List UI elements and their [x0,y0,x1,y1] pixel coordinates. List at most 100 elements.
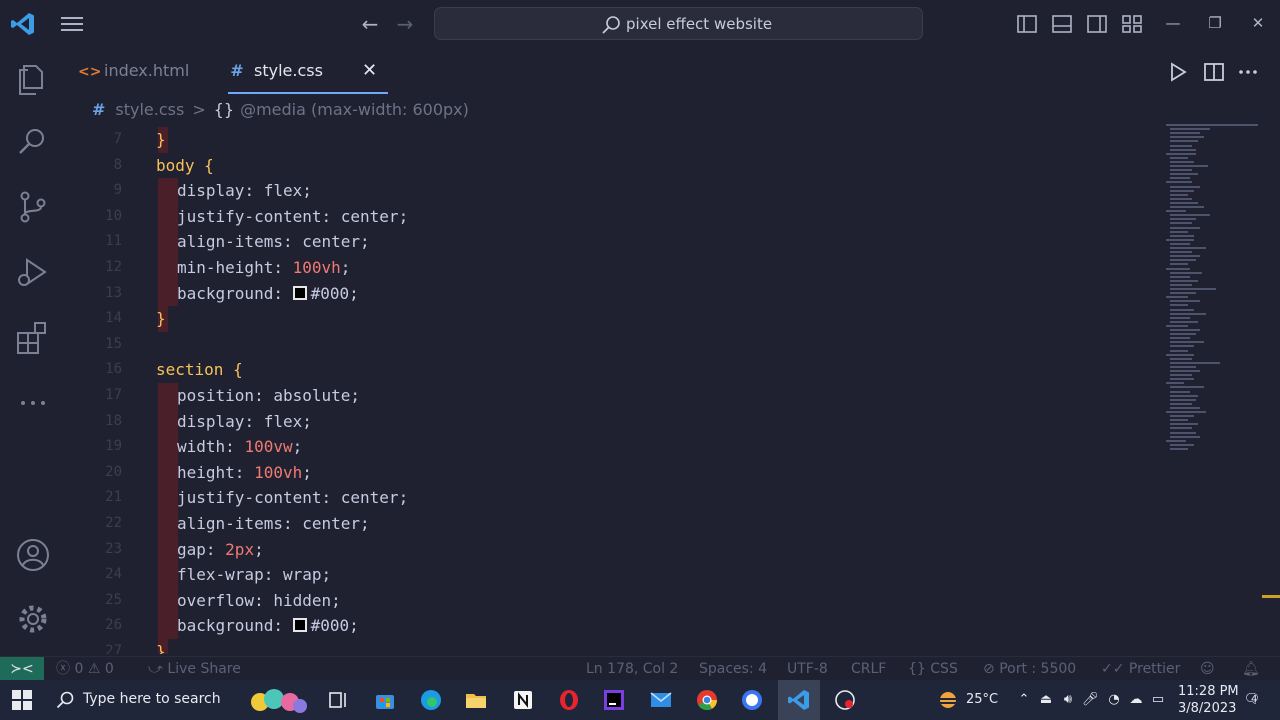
restore-window-icon[interactable]: ❐ [1202,10,1228,36]
run-and-debug-icon[interactable] [15,254,51,290]
microsoft-store-icon[interactable] [373,688,397,712]
toggle-secondary-sidebar-icon[interactable] [1085,12,1109,36]
wifi-icon[interactable]: ◔ [1106,692,1122,708]
toggle-primary-sidebar-icon[interactable] [1015,12,1039,36]
code-line[interactable]: 9 display: flex; [66,178,1160,204]
battery-icon[interactable]: ▭ [1150,692,1166,708]
indentation[interactable]: Spaces: 4 [699,657,767,681]
code-line[interactable]: 16 section { [66,357,1160,383]
code-line[interactable]: 20 height: 100vh; [66,459,1160,486]
code-line[interactable]: 8 body { [66,153,1160,179]
code-line[interactable]: 10 justify-content: center; [66,203,1160,230]
code-text: display: flex; [177,178,312,204]
microphone-icon[interactable]: 🎤︎ [1082,692,1099,708]
minimap-line [1170,263,1188,266]
code-line[interactable]: 21 justify-content: center; [66,485,1160,511]
hamburger-menu-icon[interactable] [60,14,84,34]
notion-icon[interactable] [511,688,535,712]
vscode-logo-icon[interactable] [10,11,36,37]
code-line[interactable]: 27} [66,639,1160,654]
code-line[interactable]: 12 min-height: 100vh; [66,255,1160,281]
code-line[interactable]: 25 overflow: hidden; [66,587,1160,614]
run-file-icon[interactable] [1166,60,1190,84]
minimize-window-icon[interactable]: — [1160,10,1186,36]
code-line[interactable]: 22 align-items: center; [66,511,1160,537]
minimap[interactable] [1162,120,1262,460]
breadcrumb-symbol[interactable]: @media (max-width: 600px) [240,100,469,119]
end-of-line[interactable]: CRLF [851,657,886,681]
code-line[interactable]: 18 display: flex; [66,408,1160,435]
command-center-search[interactable]: pixel effect website [434,7,923,40]
color-swatch[interactable] [292,285,307,300]
code-line[interactable]: 23 gap: 2px; [66,536,1160,563]
customize-layout-icon[interactable] [1120,12,1144,36]
close-tab-icon[interactable]: ✕ [362,48,377,94]
notifications-bell-icon[interactable]: 🔔︎ [1242,657,1260,681]
cursor-position[interactable]: Ln 178, Col 2 [586,657,678,681]
code-line[interactable]: 19 width: 100vw; [66,434,1160,460]
more-actions-icon[interactable] [1236,60,1260,84]
more-views-icon[interactable] [15,385,51,421]
search-view-icon[interactable] [15,124,51,160]
code-line[interactable]: 14} [66,306,1160,332]
task-view-icon[interactable] [326,688,350,712]
taskbar-search[interactable]: Type here to search [46,680,314,720]
source-control-icon[interactable] [15,189,51,225]
signal-messenger-icon[interactable] [740,688,764,712]
weather-icon[interactable] [936,688,960,712]
feedback-icon[interactable]: ☺ [1200,657,1215,681]
code-token: width [177,437,226,457]
opera-browser-icon[interactable] [557,688,581,712]
mail-icon[interactable] [649,688,673,712]
edge-browser-icon[interactable] [419,688,443,712]
go-back-icon[interactable]: ← [358,12,382,36]
intellij-icon[interactable] [602,688,626,712]
code-line[interactable]: 15 [66,332,1160,358]
problems-indicator[interactable]: ⓧ 0 ⚠ 0 [56,657,114,681]
remote-indicator-icon[interactable]: ≻< [0,657,44,681]
tab-index-html[interactable]: <> index.html [78,48,228,94]
code-line[interactable]: 7} [66,127,1160,153]
code-editor[interactable]: 7} 8 body { 9 display: flex; 10 justify-conten… [66,126,1160,654]
scrollbar-marker[interactable] [1262,595,1280,598]
onedrive-icon[interactable]: ☁ [1128,692,1144,708]
minimap-line [1170,304,1188,307]
chrome-browser-icon[interactable] [695,688,719,712]
code-token: body [156,155,205,175]
vscode-taskbar-icon[interactable] [787,688,811,712]
language-mode[interactable]: {} CSS [908,657,958,681]
screen-recorder-icon[interactable] [833,688,857,712]
explorer-icon[interactable] [15,61,51,97]
tab-style-css[interactable]: # style.css ✕ [228,48,388,94]
code-line[interactable]: 11 align-items: center; [66,229,1160,255]
toggle-panel-icon[interactable] [1050,12,1074,36]
volume-icon[interactable]: 🔊︎ [1060,692,1076,708]
usb-icon[interactable]: ⏏ [1038,692,1054,708]
extensions-icon[interactable] [15,320,51,356]
code-line[interactable]: 17 position: absolute; [66,383,1160,409]
live-share-button[interactable]: ⤻ Live Share [148,657,241,681]
accounts-icon[interactable] [15,537,51,573]
line-number: 14 [105,310,122,327]
settings-gear-icon[interactable] [15,601,51,637]
line-number: 9 [113,182,122,199]
code-line[interactable]: 24 flex-wrap: wrap; [66,562,1160,588]
show-hidden-icons-chevron-icon[interactable]: ⌃ [1016,692,1032,708]
go-forward-icon[interactable]: → [393,12,417,36]
clock-date[interactable]: 3/8/2023 [1178,701,1236,716]
weather-temperature[interactable]: 25°C [966,692,998,707]
code-line[interactable]: 13 background: #000; [66,280,1160,307]
color-swatch[interactable] [292,618,307,633]
encoding[interactable]: UTF-8 [787,657,828,681]
close-window-icon[interactable]: ✕ [1245,10,1271,36]
code-line[interactable]: 26 background: #000; [66,613,1160,639]
live-server-port[interactable]: ⊘ Port : 5500 [983,657,1076,681]
clock-time[interactable]: 11:28 PM [1178,684,1239,699]
breadcrumb-file[interactable]: style.css [115,100,184,119]
split-editor-icon[interactable] [1202,60,1226,84]
windows-start-icon[interactable] [12,690,32,710]
file-explorer-icon[interactable] [464,688,488,712]
share-icon: ⤻ [148,661,163,677]
code-token: : [205,539,226,559]
prettier-status[interactable]: ✓✓ Prettier [1101,657,1180,681]
